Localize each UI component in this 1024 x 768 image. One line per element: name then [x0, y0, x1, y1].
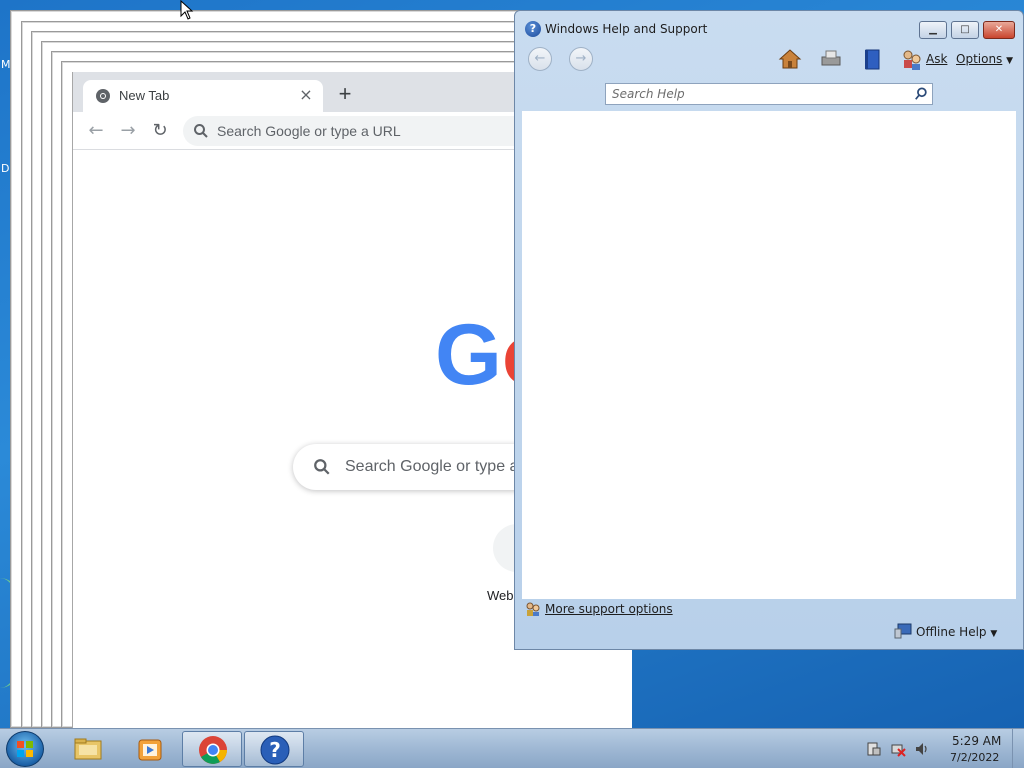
help-titlebar[interactable]: ? Windows Help and Support ▁ □ ✕: [515, 11, 1023, 41]
help-footer: More support options Offline Help ▼: [522, 599, 1016, 645]
ask-button[interactable]: Ask: [926, 52, 947, 66]
maximize-icon: □: [960, 24, 970, 35]
options-label: Options: [956, 52, 1003, 66]
help-search-input[interactable]: Search Help: [605, 83, 933, 105]
home-icon[interactable]: [778, 47, 802, 71]
help-toolbar: ← → Ask Options ▼: [522, 41, 1016, 83]
help-content-pane[interactable]: [522, 111, 1016, 599]
help-window-title: Windows Help and Support: [545, 22, 708, 36]
clock-time[interactable]: 5:29 AM: [952, 734, 1001, 748]
desktop-icon-label-fragment[interactable]: D: [1, 162, 9, 175]
taskbar-media-player[interactable]: [120, 731, 180, 767]
offline-help-label: Offline Help: [916, 625, 987, 639]
maximize-button[interactable]: □: [951, 21, 979, 39]
printer-icon[interactable]: [819, 47, 843, 71]
book-icon[interactable]: [860, 47, 884, 71]
forward-arrow-icon[interactable]: →: [569, 47, 593, 71]
back-button[interactable]: ←: [85, 120, 107, 142]
options-button[interactable]: Options ▼: [956, 52, 1013, 66]
shortcut-label[interactable]: Web: [487, 588, 514, 603]
reload-button[interactable]: ↻: [149, 120, 171, 142]
clock-date[interactable]: 7/2/2022: [950, 751, 999, 764]
taskbar: ? 5:29 AM 7/2/2022: [0, 728, 1024, 768]
windows-logo-icon: [17, 741, 33, 757]
start-button[interactable]: [6, 731, 44, 767]
chevron-down-icon: ▼: [990, 629, 998, 639]
ask-label: Ask: [926, 52, 948, 66]
tab-title: New Tab: [119, 88, 170, 103]
action-center-icon[interactable]: [866, 741, 882, 757]
network-icon[interactable]: [890, 741, 906, 757]
volume-icon[interactable]: [914, 741, 930, 757]
search-icon: [314, 459, 330, 475]
help-app-icon: ?: [525, 21, 541, 37]
folder-icon: [74, 738, 102, 760]
help-window: ? Windows Help and Support ▁ □ ✕ ← → Ask…: [514, 10, 1024, 650]
tab-close-icon[interactable]: ×: [297, 86, 315, 104]
taskbar-help-and-support[interactable]: ?: [244, 731, 304, 767]
more-support-options-label: More support options: [545, 602, 673, 616]
search-icon[interactable]: [914, 87, 928, 101]
mouse-cursor-icon: [180, 0, 194, 20]
show-desktop-button[interactable]: [1012, 729, 1024, 768]
chevron-down-icon: ▼: [1006, 56, 1014, 66]
taskbar-chrome[interactable]: [182, 731, 242, 767]
offline-help-text: Offline Help ▼: [916, 625, 997, 639]
help-search-placeholder: Search Help: [612, 87, 685, 101]
omnibox-placeholder: Search Google or type a URL: [217, 123, 401, 139]
close-button[interactable]: ✕: [983, 21, 1015, 39]
computer-icon: [894, 623, 912, 639]
forward-button[interactable]: →: [117, 120, 139, 142]
help-icon: ?: [260, 735, 290, 765]
svg-text:?: ?: [269, 738, 281, 762]
back-arrow-icon[interactable]: ←: [528, 47, 552, 71]
minimize-button[interactable]: ▁: [919, 21, 947, 39]
media-player-icon: [138, 739, 162, 761]
minimize-icon: ▁: [929, 24, 937, 35]
taskbar-windows-explorer[interactable]: [58, 731, 118, 767]
new-tab-button[interactable]: +: [335, 83, 355, 105]
search-icon: [194, 124, 208, 138]
tab-new-tab[interactable]: New Tab ×: [83, 80, 323, 112]
support-people-icon: [526, 602, 540, 616]
ask-people-icon[interactable]: [900, 47, 924, 71]
close-icon: ✕: [994, 24, 1004, 35]
google-logo-g: G: [435, 307, 502, 403]
chrome-icon: [199, 736, 227, 764]
chrome-favicon-icon: [96, 89, 110, 103]
